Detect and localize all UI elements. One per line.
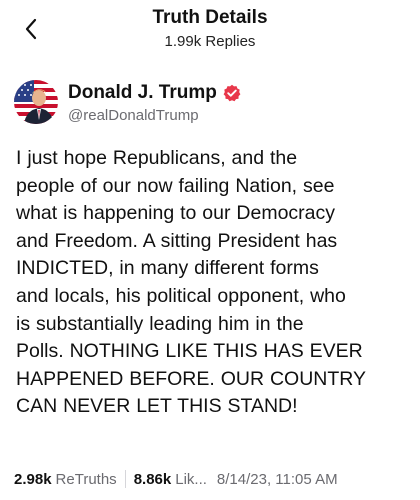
header: Truth Details 1.99k Replies xyxy=(0,0,420,60)
likes-count: 8.86k xyxy=(133,470,172,488)
stats-divider xyxy=(124,470,126,488)
post-timestamp: 8/14/23, 11:05 AM xyxy=(216,470,338,488)
retruths-count: 2.98k xyxy=(14,470,52,488)
author-block: Donald J. Trump @realDonaldTrump xyxy=(12,80,408,132)
avatar[interactable] xyxy=(14,80,58,124)
likes-label: Lik... xyxy=(175,470,207,488)
post-text: I just hope Republicans, and the people … xyxy=(16,147,367,418)
author-handle[interactable]: @realDonaldTrump xyxy=(68,107,199,124)
likes-stat[interactable]: 8.86k Lik... xyxy=(134,471,207,488)
author-name[interactable]: Donald J. Trump xyxy=(68,82,241,104)
retruths-label: ReTruths xyxy=(55,470,117,488)
retruths-stat[interactable]: 2.98k ReTruths xyxy=(14,471,117,488)
page-title: Truth Details xyxy=(152,7,268,28)
truth-details-screen: Truth Details 1.99k Replies Donald J. Tr… xyxy=(0,0,420,500)
post-stats: 2.98k ReTruths 8.86k Lik... 8/14/23, 11:… xyxy=(14,470,412,488)
author-name-text: Donald J. Trump xyxy=(68,82,217,103)
avatar-image xyxy=(14,80,58,124)
verified-badge-icon xyxy=(223,84,241,102)
replies-count[interactable]: 1.99k Replies xyxy=(0,33,420,50)
